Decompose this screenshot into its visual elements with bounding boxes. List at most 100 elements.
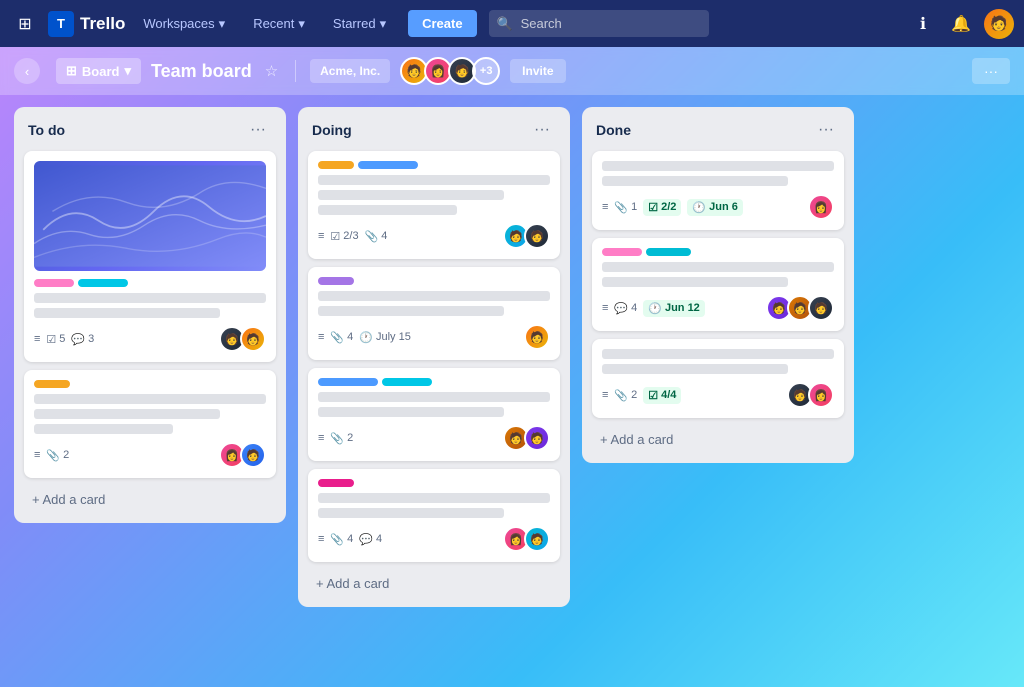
clock-icon: 🕐 xyxy=(648,302,662,315)
column-header-todo: To do ··· xyxy=(24,117,276,143)
card-meta-menu: ≡ xyxy=(602,389,608,401)
search-container: 🔍 xyxy=(489,10,709,37)
card-meta-checklist: ☑ 5 xyxy=(46,333,65,346)
invite-button[interactable]: Invite xyxy=(510,59,565,83)
recent-menu[interactable]: Recent ▾ xyxy=(243,11,315,37)
add-card-button-todo[interactable]: + Add a card xyxy=(24,486,276,513)
label-cyan xyxy=(78,279,128,287)
board-view-button[interactable]: ⊞ Board ▾ xyxy=(56,58,141,84)
card-avatar-1: 👩 xyxy=(808,194,834,220)
create-button[interactable]: Create xyxy=(408,10,476,37)
app-name: Trello xyxy=(80,14,125,34)
card-avatar-2: 🧑 xyxy=(240,326,266,352)
chevron-down-icon: ▾ xyxy=(124,63,131,79)
column-menu-done[interactable]: ··· xyxy=(812,119,840,141)
attach-icon: 📎 xyxy=(330,331,344,344)
card-avatar-2: 🧑 xyxy=(524,526,550,552)
card-avatars: 👩 🧑 xyxy=(219,442,266,468)
card-footer: ≡ ☑ 5 💬 3 🧑 🧑 xyxy=(34,326,266,352)
card-avatar-2: 👩 xyxy=(808,382,834,408)
card-text-line-1 xyxy=(318,175,550,185)
search-input[interactable] xyxy=(489,10,709,37)
card-text-line-1 xyxy=(34,394,266,404)
card-footer: ≡ 📎 4 🕐 July 15 🧑 xyxy=(318,324,550,350)
attach-icon: 📎 xyxy=(614,389,628,402)
card-meta-comment: 💬 4 xyxy=(359,533,382,546)
attach-icon: 📎 xyxy=(330,533,344,546)
card-doing-4[interactable]: ≡ 📎 4 💬 4 👩 🧑 xyxy=(308,469,560,562)
star-button[interactable]: ☆ xyxy=(262,59,281,83)
chevron-down-icon: ▾ xyxy=(219,16,226,32)
card-text-line-2 xyxy=(318,508,504,518)
checklist-icon: ☑ xyxy=(46,333,56,346)
card-text-line-1 xyxy=(602,161,834,171)
card-avatars: 🧑 🧑 xyxy=(503,425,550,451)
card-text-line-2 xyxy=(602,364,788,374)
card-text-line-1 xyxy=(602,262,834,272)
date-badge: 🕐 Jun 12 xyxy=(643,300,705,317)
card-meta-menu: ≡ xyxy=(602,201,608,213)
label-yellow xyxy=(34,380,70,388)
card-text-line-2 xyxy=(602,176,788,186)
card-avatar-2: 🧑 xyxy=(524,223,550,249)
card-labels xyxy=(602,248,834,256)
card-meta-attach: 📎 4 xyxy=(365,230,388,243)
card-meta-attach: 📎 4 xyxy=(330,331,353,344)
extra-members-count[interactable]: +3 xyxy=(472,57,500,85)
card-footer: ≡ 📎 2 🧑 🧑 xyxy=(318,425,550,451)
logo[interactable]: T Trello xyxy=(48,11,125,37)
card-avatars: 👩 🧑 xyxy=(503,526,550,552)
card-meta-attach: 📎 2 xyxy=(46,449,69,462)
card-avatars: 🧑 xyxy=(524,324,550,350)
card-done-3[interactable]: ≡ 📎 2 ☑ 4/4 🧑 👩 xyxy=(592,339,844,418)
check-icon: ☑ xyxy=(648,201,658,214)
chevron-down-icon: ▾ xyxy=(380,16,387,32)
add-card-button-doing[interactable]: + Add a card xyxy=(308,570,560,597)
attach-icon: 📎 xyxy=(614,201,628,214)
column-menu-todo[interactable]: ··· xyxy=(244,119,272,141)
add-card-button-done[interactable]: + Add a card xyxy=(592,426,844,453)
card-done-2[interactable]: ≡ 💬 4 🕐 Jun 12 🧑 🧑 🧑 xyxy=(592,238,844,331)
card-todo-1[interactable]: ≡ ☑ 5 💬 3 🧑 🧑 xyxy=(24,151,276,362)
navbar: ⊞ T Trello Workspaces ▾ Recent ▾ Starred… xyxy=(0,0,1024,47)
starred-menu[interactable]: Starred ▾ xyxy=(323,11,396,37)
card-footer: ≡ ☑ 2/3 📎 4 🧑 🧑 xyxy=(318,223,550,249)
notifications-button[interactable]: 🔔 xyxy=(946,9,976,39)
collapse-sidebar-button[interactable]: ‹ xyxy=(14,58,40,84)
card-avatar-3: 🧑 xyxy=(808,295,834,321)
column-header-doing: Doing ··· xyxy=(308,117,560,143)
card-labels xyxy=(34,380,266,388)
card-text-line-2 xyxy=(34,409,220,419)
card-todo-2[interactable]: ≡ 📎 2 👩 🧑 xyxy=(24,370,276,478)
card-done-1[interactable]: ≡ 📎 1 ☑ 2/2 🕐 Jun 6 👩 xyxy=(592,151,844,230)
card-text-line-3 xyxy=(34,424,173,434)
workspaces-menu[interactable]: Workspaces ▾ xyxy=(133,11,235,37)
workspace-button[interactable]: Acme, Inc. xyxy=(310,59,390,83)
chevron-down-icon: ▾ xyxy=(298,16,305,32)
card-doing-2[interactable]: ≡ 📎 4 🕐 July 15 🧑 xyxy=(308,267,560,360)
board-icon: ⊞ xyxy=(66,63,77,79)
label-yellow xyxy=(318,161,354,169)
checklist-icon: ☑ xyxy=(330,230,340,243)
column-menu-doing[interactable]: ··· xyxy=(528,119,556,141)
card-footer: ≡ 📎 1 ☑ 2/2 🕐 Jun 6 👩 xyxy=(602,194,834,220)
user-avatar[interactable]: 🧑 xyxy=(984,9,1014,39)
more-options-button[interactable]: ··· xyxy=(972,58,1010,84)
card-avatars: 🧑 🧑 xyxy=(503,223,550,249)
card-doing-1[interactable]: ≡ ☑ 2/3 📎 4 🧑 🧑 xyxy=(308,151,560,259)
grid-icon[interactable]: ⊞ xyxy=(10,9,40,39)
card-doing-3[interactable]: ≡ 📎 2 🧑 🧑 xyxy=(308,368,560,461)
board-title: Team board xyxy=(151,61,252,82)
label-purple xyxy=(318,277,354,285)
label-pink xyxy=(34,279,74,287)
info-button[interactable]: ℹ xyxy=(908,9,938,39)
comment-icon: 💬 xyxy=(71,333,85,346)
divider xyxy=(295,60,296,82)
label-magenta xyxy=(318,479,354,487)
member-avatars: 🧑 👩 🧑 +3 xyxy=(400,57,500,85)
card-cover-image xyxy=(34,161,266,271)
card-footer: ≡ 💬 4 🕐 Jun 12 🧑 🧑 🧑 xyxy=(602,295,834,321)
card-labels xyxy=(318,277,550,285)
card-avatar-1: 🧑 xyxy=(524,324,550,350)
card-meta-attach: 📎 1 xyxy=(614,201,637,214)
